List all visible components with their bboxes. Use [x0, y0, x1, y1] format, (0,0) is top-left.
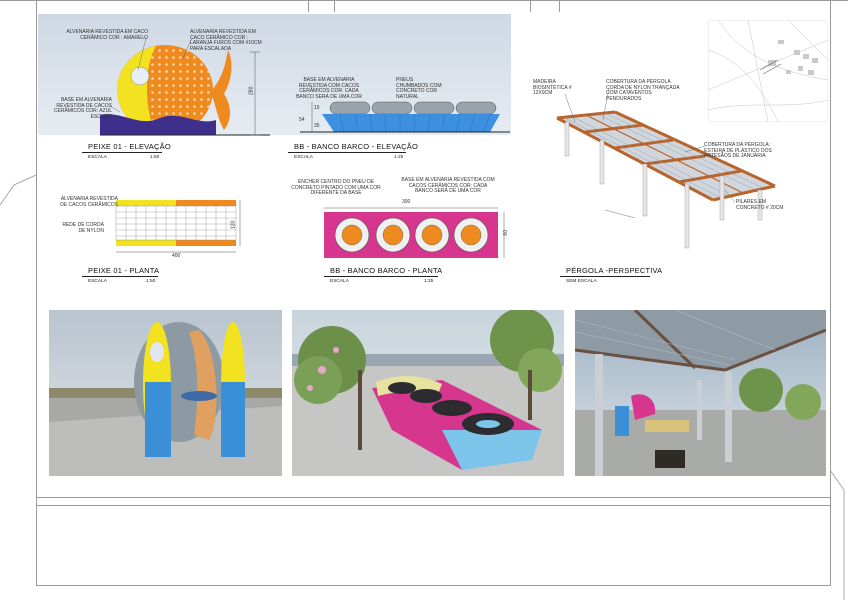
fish-plan-dim-depth: 120 [230, 220, 237, 229]
boat-plan-note-fill: ENCHER CENTRO DO PNEU DE CONCRETO PINTAD… [291, 179, 381, 197]
top-tick-3 [530, 0, 531, 12]
pergola-scale-label: SEM ESCALA [566, 279, 597, 284]
pergola-underline [560, 276, 650, 277]
boat-elevation-scale-value: 1:25 [394, 155, 404, 160]
boat-elev-note-tires: PNEUS CHUMBADOS COM CONCRETO COR NATURAL [396, 77, 442, 100]
render-pergola [575, 310, 826, 476]
boat-elev-note-base: BASE EM ALVENARIA REVESTIDA COM CACOS CE… [296, 77, 362, 100]
top-tick-4 [559, 0, 560, 12]
boat-bench-plan-drawing [324, 207, 505, 258]
boat-dim-b: 54 [299, 117, 305, 123]
boat-plan-scale-value: 1:25 [424, 279, 434, 284]
corner-mark-right [830, 470, 845, 600]
fish-dim-height: 280 [248, 86, 255, 95]
fish-plan-note-net: REDE DE CORDA DE NYLON [62, 222, 104, 234]
fish-note-body: ALVENARIA REVESTIDA EM CACO CERÂMICO COR… [190, 29, 262, 52]
boat-plan-title: BB - BANCO BARCO - PLANTA [330, 266, 443, 275]
sheet-border-bottom [36, 585, 831, 586]
boat-elevation-scale-label: ESCALA [294, 155, 313, 160]
fish-plan-title: PEIXE 01 - PLANTA [88, 266, 160, 275]
boat-plan-dim-depth: 60 [502, 230, 509, 236]
boat-bench-elevation-drawing [300, 101, 510, 133]
corner-mark-left [0, 175, 36, 205]
fish-elevation-scale-value: 1:50 [150, 155, 160, 160]
fish-plan-scale-value: 1:50 [146, 279, 156, 284]
title-block-line-2 [36, 505, 831, 506]
fish-elevation-title: PEIXE 01 - ELEVAÇÃO [88, 142, 171, 151]
title-block-line-1 [36, 497, 831, 498]
fish-plan-underline [82, 276, 158, 277]
fish-leader-lines [110, 37, 193, 113]
fish-elevation-underline [82, 152, 162, 153]
pergola-title: PÉRGOLA -PERSPECTIVA [566, 266, 663, 275]
boat-plan-underline [324, 276, 438, 277]
boat-elevation-underline [288, 152, 406, 153]
boat-dim-c: 35 [314, 123, 320, 129]
boat-plan-scale-label: ESCALA [330, 279, 349, 284]
sheet-border-top [0, 0, 848, 1]
top-tick-2 [334, 0, 335, 12]
fish-elevation-scale-label: ESCALA [88, 155, 107, 160]
fish-plan-scale-label: ESCALA [88, 279, 107, 284]
render-fish-sculpture [49, 310, 282, 476]
fish-note-base: BASE EM ALVENARIA REVESTIDA DE CACOS CER… [53, 97, 112, 120]
fish-plan-drawing [115, 200, 241, 253]
top-tick-1 [308, 0, 309, 12]
fish-plan-note-wall: ALVENARIA REVESTIDA DE CACOS CERÂMICOS [60, 196, 118, 208]
render-boat-bench [292, 310, 564, 476]
fish-plan-dim-width: 400 [172, 253, 181, 259]
boat-plan-note-base: BASE EM ALVENARIA REVESTIDA COM CACOS CE… [401, 177, 495, 195]
boat-dim-a: 15 [314, 105, 320, 111]
pergola-leader-lines [564, 87, 736, 203]
boat-elevation-title: BB - BANCO BARCO - ELEVAÇÃO [294, 142, 419, 151]
boat-plan-dim-width: 300 [402, 199, 411, 205]
